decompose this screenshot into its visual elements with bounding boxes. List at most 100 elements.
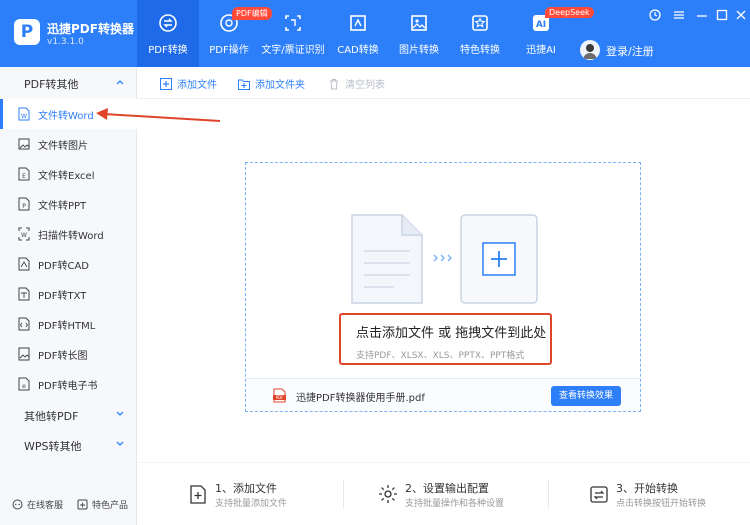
chevron-down-icon <box>116 441 124 446</box>
app-logo: P <box>14 19 40 45</box>
trash-icon <box>330 79 338 90</box>
step-separator <box>343 480 344 508</box>
add-file-icon <box>160 78 172 90</box>
step-2-title: 2、设置输出配置 <box>405 482 489 495</box>
svg-text:e: e <box>22 383 26 390</box>
menu-icon[interactable] <box>672 8 686 22</box>
svg-text:E: E <box>22 173 26 180</box>
svg-text:P: P <box>22 203 26 210</box>
sidebar-item-scan-to-word[interactable]: W 扫描件转Word <box>0 219 137 249</box>
step-1-subtitle: 支持批量添加文件 <box>215 499 288 509</box>
sidebar-item-file-to-excel[interactable]: E 文件转Excel <box>0 159 137 189</box>
tab-label: 特色转换 <box>460 45 500 56</box>
add-folder-label: 添加文件夹 <box>255 80 305 91</box>
sidebar-item-label: PDF转长图 <box>38 351 88 362</box>
highlight-annotation-box <box>339 313 552 365</box>
document-icon <box>351 214 423 304</box>
svg-text:AI: AI <box>536 20 546 30</box>
clear-list-button[interactable]: 清空列表 <box>328 76 385 91</box>
tab-pdf-convert[interactable]: PDF转换 <box>137 0 199 67</box>
arrow-right-icon <box>433 254 452 262</box>
chevron-up-icon <box>116 80 124 85</box>
clear-list-label: 清空列表 <box>345 80 385 91</box>
ocr-icon <box>285 15 301 31</box>
tab-label: PDF操作 <box>209 45 249 56</box>
sidebar-item-pdf-to-html[interactable]: PDF转HTML <box>0 309 137 339</box>
add-folder-button[interactable]: 添加文件夹 <box>238 76 305 91</box>
sample-file-row[interactable]: PDF 迅捷PDF转换器使用手册.pdf 查看转换效果 <box>246 378 640 411</box>
svg-text:W: W <box>21 232 27 239</box>
ebook-icon: e <box>18 377 30 391</box>
sidebar-item-label: PDF转TXT <box>38 291 87 302</box>
star-icon <box>472 15 488 31</box>
sidebar-item-file-to-word[interactable]: W 文件转Word <box>0 99 137 129</box>
tab-label: 文字/票证识别 <box>261 45 325 56</box>
add-file-label: 添加文件 <box>177 80 217 91</box>
svg-text:PDF: PDF <box>276 395 284 400</box>
step-3-subtitle: 点击转换按钮开始转换 <box>616 499 707 509</box>
chevron-down-icon <box>116 411 124 416</box>
maximize-icon[interactable] <box>715 8 729 22</box>
user-icon <box>583 44 597 59</box>
scan-icon: W <box>18 227 30 241</box>
tab-cad[interactable]: CAD转换 <box>327 0 389 67</box>
add-file-button[interactable]: 添加文件 <box>160 76 217 91</box>
tab-label: 迅捷AI <box>526 45 556 56</box>
sidebar-item-label: PDF转电子书 <box>38 381 98 392</box>
sidebar-item-label: PDF转HTML <box>38 321 96 332</box>
start-convert-icon <box>590 486 608 503</box>
add-file-step-icon <box>190 485 206 504</box>
steps-divider <box>138 462 750 463</box>
sidebar-item-label: 文件转PPT <box>38 201 87 212</box>
txt-icon <box>18 287 30 301</box>
tab-image[interactable]: 图片转换 <box>389 0 449 67</box>
long-image-icon <box>18 347 30 361</box>
sidebar-item-label: 文件转Excel <box>38 171 95 182</box>
ppt-icon: P <box>18 197 30 211</box>
cad-file-icon <box>18 257 30 271</box>
cad-icon <box>350 15 366 31</box>
sidebar-group-label: 其他转PDF <box>24 410 79 423</box>
add-file-large-icon[interactable] <box>460 214 538 304</box>
sidebar-item-file-to-image[interactable]: 文件转图片 <box>0 129 137 159</box>
sidebar-group-label: PDF转其他 <box>24 78 79 91</box>
sidebar-item-label: 文件转图片 <box>38 141 88 152</box>
featured-products-link[interactable]: 特色产品 <box>77 498 128 511</box>
tab-label: 图片转换 <box>399 45 439 56</box>
close-icon[interactable] <box>734 8 748 22</box>
top-bar: P 迅捷PDF转换器 v1.3.1.0 PDF转换 PDF操作 PDF编辑 文字… <box>0 0 750 67</box>
sidebar-item-label: 文件转Word <box>38 111 94 122</box>
settings-icon[interactable] <box>648 8 662 22</box>
sidebar-group-other-to-pdf[interactable]: 其他转PDF <box>0 400 137 430</box>
view-conversion-result-button[interactable]: 查看转换效果 <box>551 386 621 406</box>
image-icon <box>411 15 427 31</box>
sidebar-item-file-to-ppt[interactable]: P 文件转PPT <box>0 189 137 219</box>
avatar[interactable] <box>580 40 600 60</box>
tab-ocr[interactable]: 文字/票证识别 <box>259 0 327 67</box>
svg-text:W: W <box>21 113 27 120</box>
tab-special[interactable]: 特色转换 <box>449 0 511 67</box>
pdf-file-icon: PDF <box>273 388 286 403</box>
file-name: 迅捷PDF转换器使用手册.pdf <box>296 393 425 404</box>
sidebar-item-label: PDF转CAD <box>38 261 90 272</box>
file-drop-zone[interactable] <box>245 162 641 412</box>
tab-label: CAD转换 <box>337 45 379 56</box>
step-separator <box>548 480 549 508</box>
add-folder-icon <box>238 79 250 90</box>
online-service-link[interactable]: 在线客服 <box>12 498 63 511</box>
sidebar-group-pdf-to-other[interactable]: PDF转其他 <box>0 68 137 98</box>
sidebar-item-label: 扫描件转Word <box>38 231 104 242</box>
sidebar-group-wps-to-other[interactable]: WPS转其他 <box>0 430 137 460</box>
sidebar-item-pdf-to-long-image[interactable]: PDF转长图 <box>0 339 137 369</box>
sidebar: PDF转其他 W 文件转Word 文件转图片 E 文件转Excel P 文件转P… <box>0 67 137 525</box>
convert-icon <box>159 14 177 32</box>
sidebar-item-pdf-to-cad[interactable]: PDF转CAD <box>0 249 137 279</box>
login-register-link[interactable]: 登录/注册 <box>606 43 654 59</box>
excel-icon: E <box>18 167 30 181</box>
toolbar: 添加文件 添加文件夹 清空列表 <box>138 67 750 99</box>
sidebar-item-pdf-to-ebook[interactable]: e PDF转电子书 <box>0 369 137 399</box>
minimize-icon[interactable] <box>695 8 709 22</box>
sidebar-item-pdf-to-txt[interactable]: PDF转TXT <box>0 279 137 309</box>
word-icon: W <box>18 107 30 121</box>
online-service-label: 在线客服 <box>27 501 64 511</box>
